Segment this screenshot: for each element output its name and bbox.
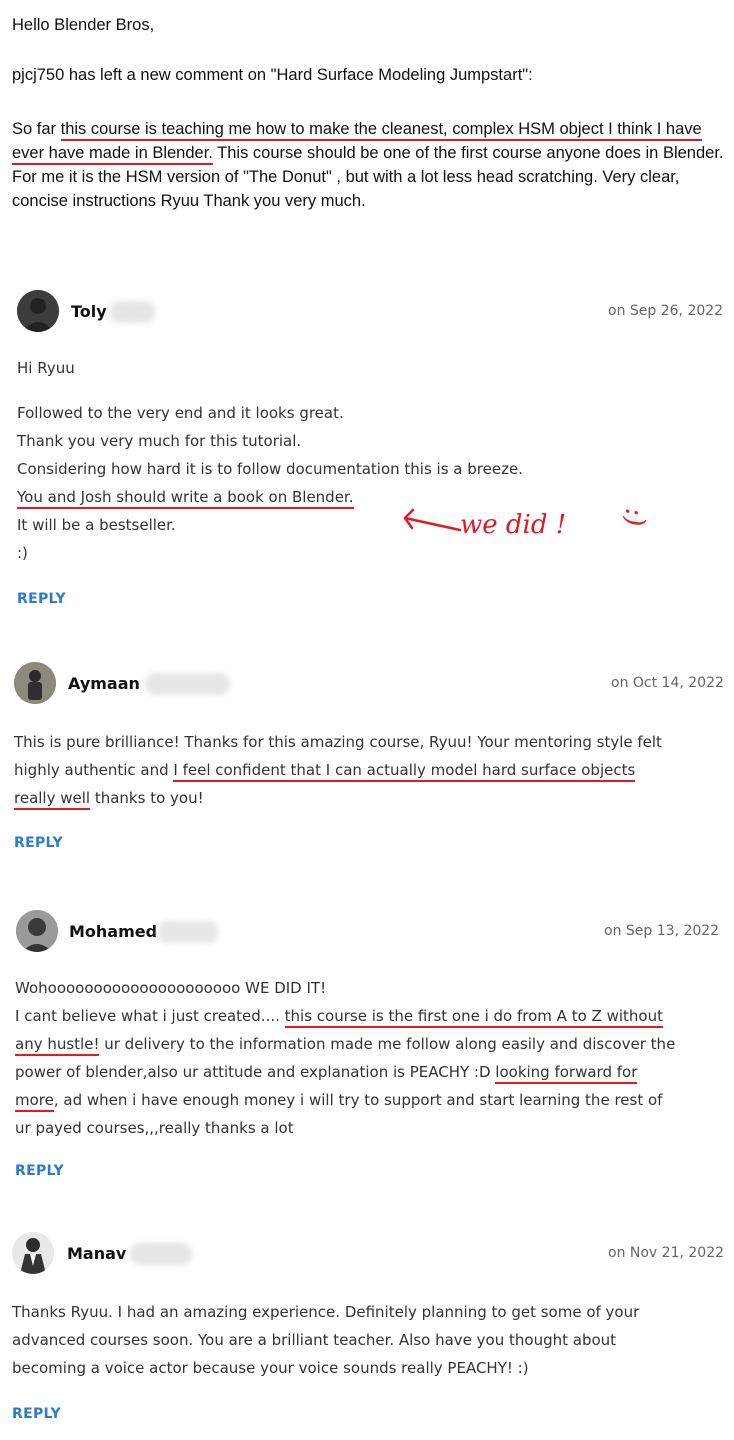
- comment-text: , ad when i have enough money i will try…: [53, 1091, 663, 1109]
- comment-line: any hustle! ur delivery to the informati…: [15, 1030, 675, 1058]
- comment-line: Considering how hard it is to follow doc…: [17, 460, 523, 478]
- email-intro: pjcj750 has left a new comment on "Hard …: [12, 66, 533, 84]
- blurred-surname: [145, 673, 230, 695]
- comment-manav: Manav on Nov 21, 2022 Thanks Ryuu. I had…: [0, 1232, 734, 1432]
- comment-line: Followed to the very end and it looks gr…: [17, 404, 344, 422]
- underlined-text: more: [15, 1091, 54, 1112]
- comment-date: on Nov 21, 2022: [608, 1245, 725, 1261]
- email-body-prefix: So far: [12, 120, 61, 138]
- comment-author: Manav: [67, 1244, 127, 1263]
- underlined-text: really well: [14, 789, 91, 810]
- comment-aymaan: Aymaan on Oct 14, 2022 This is pure bril…: [0, 660, 734, 860]
- avatar: [17, 290, 59, 332]
- comment-line: Thank you very much for this tutorial.: [17, 432, 302, 450]
- comment-date: on Sep 26, 2022: [608, 303, 724, 319]
- comment-line: ur payed courses,,,really thanks a lot: [15, 1119, 294, 1137]
- comment-body: This is pure brilliance! Thanks for this…: [14, 728, 662, 812]
- comment-author: Aymaan: [68, 674, 140, 693]
- comment-line: advanced courses soon. You are a brillia…: [12, 1331, 617, 1349]
- comment-text: thanks to you!: [90, 789, 204, 807]
- handwritten-note: we did !: [460, 510, 567, 540]
- comment-author: Toly: [71, 302, 107, 321]
- comment-line: becoming a voice actor because your voic…: [12, 1359, 529, 1377]
- arrow-icon: [403, 508, 462, 532]
- reply-button[interactable]: REPLY: [14, 835, 63, 851]
- comment-toly: Toly on Sep 26, 2022 Hi Ryuu Followed to…: [0, 284, 734, 614]
- avatar: [14, 662, 56, 704]
- comment-author: Mohamed: [69, 922, 158, 941]
- comment-line: highly authentic and I feel confident th…: [14, 756, 662, 784]
- comment-date: on Oct 14, 2022: [611, 675, 724, 691]
- comment-line: Wohooooooooooooooooooooo WE DID IT!: [15, 979, 327, 997]
- blurred-surname: [158, 921, 218, 943]
- comment-text: power of blender,also ur attitude and ex…: [15, 1063, 496, 1081]
- underlined-text: looking forward for: [495, 1063, 638, 1084]
- email-greeting: Hello Blender Bros,: [12, 16, 155, 34]
- comment-mohamed: Mohamed on Sep 13, 2022 Wohooooooooooooo…: [0, 908, 734, 1188]
- underlined-text: I feel confident that I can actually mod…: [173, 761, 636, 782]
- user-photo-icon: [12, 1232, 54, 1274]
- comment-line: really well thanks to you!: [14, 784, 662, 812]
- comment-line: Hi Ryuu: [17, 359, 75, 377]
- email-body: So far this course is teaching me how to…: [12, 117, 724, 213]
- comment-text: I cant believe what i just created....: [15, 1007, 285, 1025]
- comment-line: more, ad when i have enough money i will…: [15, 1086, 675, 1114]
- comment-line: Thanks Ryuu. I had an amazing experience…: [12, 1303, 640, 1321]
- comment-line: This is pure brilliance! Thanks for this…: [14, 733, 662, 751]
- user-photo-icon: [16, 910, 58, 952]
- comment-body: Wohooooooooooooooooooooo WE DID IT! I ca…: [15, 974, 675, 1142]
- reply-button[interactable]: REPLY: [12, 1406, 61, 1422]
- avatar: [12, 1232, 54, 1274]
- reply-button[interactable]: REPLY: [17, 591, 66, 607]
- comment-line: power of blender,also ur attitude and ex…: [15, 1058, 675, 1086]
- comment-text: highly authentic and: [14, 761, 174, 779]
- comment-text: ur delivery to the information made me f…: [99, 1035, 676, 1053]
- avatar: [16, 910, 58, 952]
- underlined-text: any hustle!: [15, 1035, 100, 1056]
- comment-line: I cant believe what i just created.... t…: [15, 1002, 675, 1030]
- comment-body: Thanks Ryuu. I had an amazing experience…: [12, 1298, 639, 1382]
- reply-button[interactable]: REPLY: [15, 1163, 64, 1179]
- underlined-text: You and Josh should write a book on Blen…: [17, 488, 354, 509]
- user-photo-icon: [14, 662, 56, 704]
- handwritten-smiley-icon: :): [619, 507, 650, 527]
- underlined-text: this course is the first one i do from A…: [284, 1007, 663, 1028]
- blurred-surname: [110, 301, 155, 323]
- comment-date: on Sep 13, 2022: [604, 923, 720, 939]
- user-silhouette-icon: [17, 290, 59, 332]
- blurred-surname: [130, 1243, 192, 1265]
